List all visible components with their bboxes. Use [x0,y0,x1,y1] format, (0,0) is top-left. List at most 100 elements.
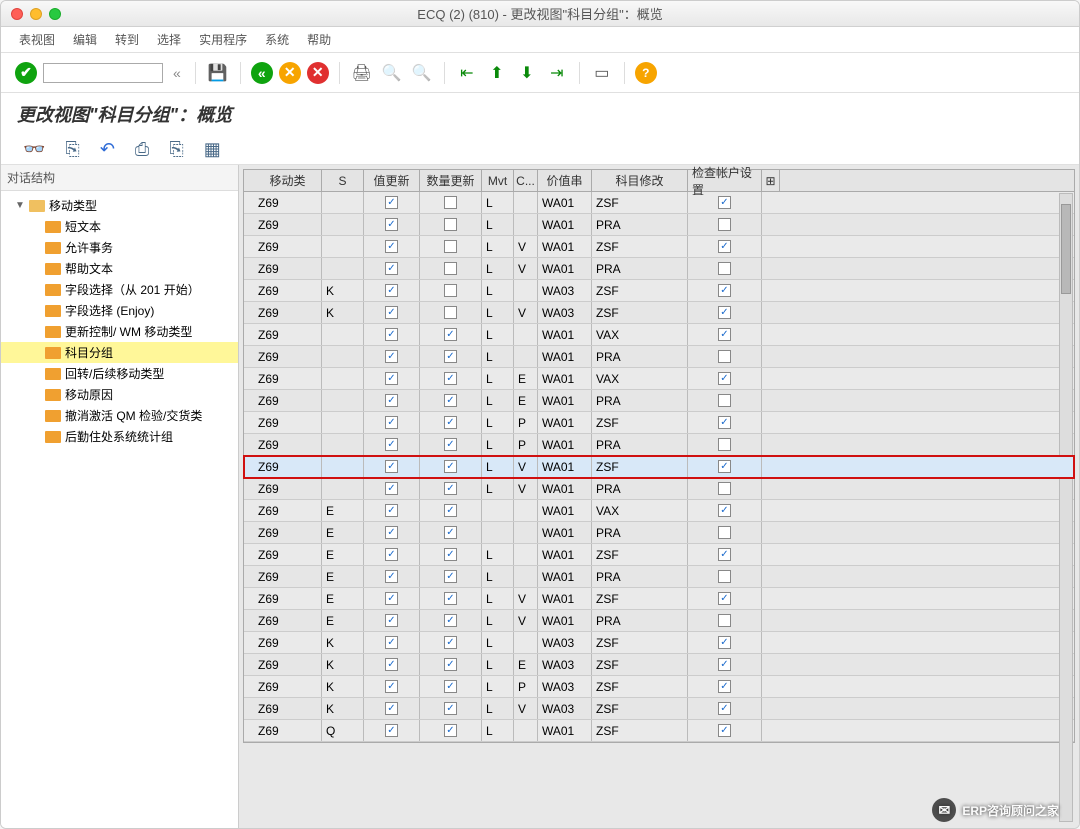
cell-s[interactable] [322,192,364,213]
checkbox[interactable]: ✓ [444,394,457,407]
save-icon[interactable]: 💾 [206,61,230,85]
cell-mvt[interactable]: L [482,390,514,411]
cell-qu[interactable]: ✓ [420,368,482,389]
vertical-scrollbar[interactable] [1059,193,1073,822]
cell-am[interactable]: PRA [592,346,688,367]
checkbox[interactable]: ✓ [718,548,731,561]
cell-vu[interactable]: ✓ [364,632,420,653]
cell-qu[interactable] [420,258,482,279]
cell-mt[interactable]: Z69 [254,522,322,543]
cell-mt[interactable]: Z69 [254,390,322,411]
menu-转到[interactable]: 转到 [115,31,139,48]
checkbox[interactable]: ✓ [385,526,398,539]
checkbox[interactable]: ✓ [385,548,398,561]
checkbox[interactable]: ✓ [444,460,457,473]
cell-mt[interactable]: Z69 [254,258,322,279]
cell-mt[interactable]: Z69 [254,720,322,741]
cell-vu[interactable]: ✓ [364,522,420,543]
checkbox[interactable]: ✓ [385,284,398,297]
cell-c[interactable]: E [514,368,538,389]
cell-am[interactable]: ZSF [592,192,688,213]
cell-am[interactable]: ZSF [592,632,688,653]
last-page-icon[interactable]: ⇥ [545,61,569,85]
cell-vu[interactable]: ✓ [364,390,420,411]
cell-c[interactable]: P [514,434,538,455]
cell-vs[interactable]: WA03 [538,280,592,301]
cell-vu[interactable]: ✓ [364,214,420,235]
cell-mt[interactable]: Z69 [254,500,322,521]
cell-vs[interactable]: WA01 [538,214,592,235]
checkbox[interactable]: ✓ [385,570,398,583]
cell-am[interactable]: PRA [592,390,688,411]
cell-s[interactable]: K [322,698,364,719]
tree-item[interactable]: 回转/后续移动类型 [1,363,238,384]
cell-c[interactable]: P [514,412,538,433]
cell-vu[interactable]: ✓ [364,676,420,697]
cell-vs[interactable]: WA01 [538,412,592,433]
cell-am[interactable]: ZSF [592,456,688,477]
checkbox[interactable]: ✓ [444,438,457,451]
data-grid[interactable]: 移动类S值更新数量更新MvtC...价值串科目修改检查帐户设置⊞ Z69✓LWA… [243,169,1075,743]
tree-item[interactable]: 帮助文本 [1,258,238,279]
checkbox[interactable] [444,196,457,209]
checkbox[interactable]: ✓ [444,372,457,385]
checkbox[interactable]: ✓ [718,702,731,715]
cell-c[interactable]: V [514,588,538,609]
undo-icon[interactable]: ↶ [100,139,115,160]
table-row[interactable]: Z69E✓✓LWA01ZSF✓ [244,544,1074,566]
cell-s[interactable]: E [322,522,364,543]
cell-qu[interactable] [420,192,482,213]
cell-qu[interactable]: ✓ [420,390,482,411]
cell-mvt[interactable]: L [482,434,514,455]
cell-c[interactable]: P [514,676,538,697]
table-row[interactable]: Z69K✓✓LWA03ZSF✓ [244,632,1074,654]
cell-mt[interactable]: Z69 [254,654,322,675]
cell-ca[interactable]: ✓ [688,500,762,521]
checkbox[interactable]: ✓ [718,460,731,473]
table-row[interactable]: Z69✓✓LPWA01PRA [244,434,1074,456]
cell-qu[interactable]: ✓ [420,500,482,521]
cell-ca[interactable] [688,434,762,455]
prev-page-icon[interactable]: ⬆ [485,61,509,85]
cell-mvt[interactable]: L [482,302,514,323]
cell-am[interactable]: PRA [592,258,688,279]
cell-qu[interactable]: ✓ [420,676,482,697]
menu-实用程序[interactable]: 实用程序 [199,31,247,48]
table-row[interactable]: Z69E✓✓LVWA01ZSF✓ [244,588,1074,610]
table-row[interactable]: Z69K✓LVWA03ZSF✓ [244,302,1074,324]
cell-c[interactable]: E [514,654,538,675]
tree-item[interactable]: 允许事务 [1,237,238,258]
cell-vu[interactable]: ✓ [364,368,420,389]
table-row[interactable]: Z69E✓✓WA01PRA [244,522,1074,544]
cell-mt[interactable]: Z69 [254,214,322,235]
cell-ca[interactable]: ✓ [688,324,762,345]
cell-am[interactable]: ZSF [592,280,688,301]
cell-s[interactable]: E [322,566,364,587]
table-row[interactable]: Z69Q✓✓LWA01ZSF✓ [244,720,1074,742]
cell-qu[interactable]: ✓ [420,632,482,653]
checkbox[interactable]: ✓ [385,196,398,209]
tree-item[interactable]: 撤消激活 QM 检验/交货类 [1,405,238,426]
cell-c[interactable]: V [514,698,538,719]
cell-qu[interactable]: ✓ [420,412,482,433]
cell-mvt[interactable]: L [482,324,514,345]
checkbox[interactable]: ✓ [444,570,457,583]
cell-ca[interactable]: ✓ [688,720,762,741]
cell-mt[interactable]: Z69 [254,478,322,499]
cell-c[interactable]: V [514,478,538,499]
cell-qu[interactable] [420,236,482,257]
checkbox[interactable]: ✓ [444,592,457,605]
menu-编辑[interactable]: 编辑 [73,31,97,48]
cell-mt[interactable]: Z69 [254,236,322,257]
cell-c[interactable] [514,544,538,565]
cell-s[interactable] [322,258,364,279]
checkbox[interactable]: ✓ [385,218,398,231]
checkbox[interactable] [718,394,731,407]
cell-s[interactable] [322,434,364,455]
cell-am[interactable]: PRA [592,610,688,631]
cell-mt[interactable]: Z69 [254,192,322,213]
cell-qu[interactable]: ✓ [420,324,482,345]
checkbox[interactable]: ✓ [385,702,398,715]
cell-ca[interactable]: ✓ [688,676,762,697]
col-header[interactable]: 科目修改 [592,170,688,191]
